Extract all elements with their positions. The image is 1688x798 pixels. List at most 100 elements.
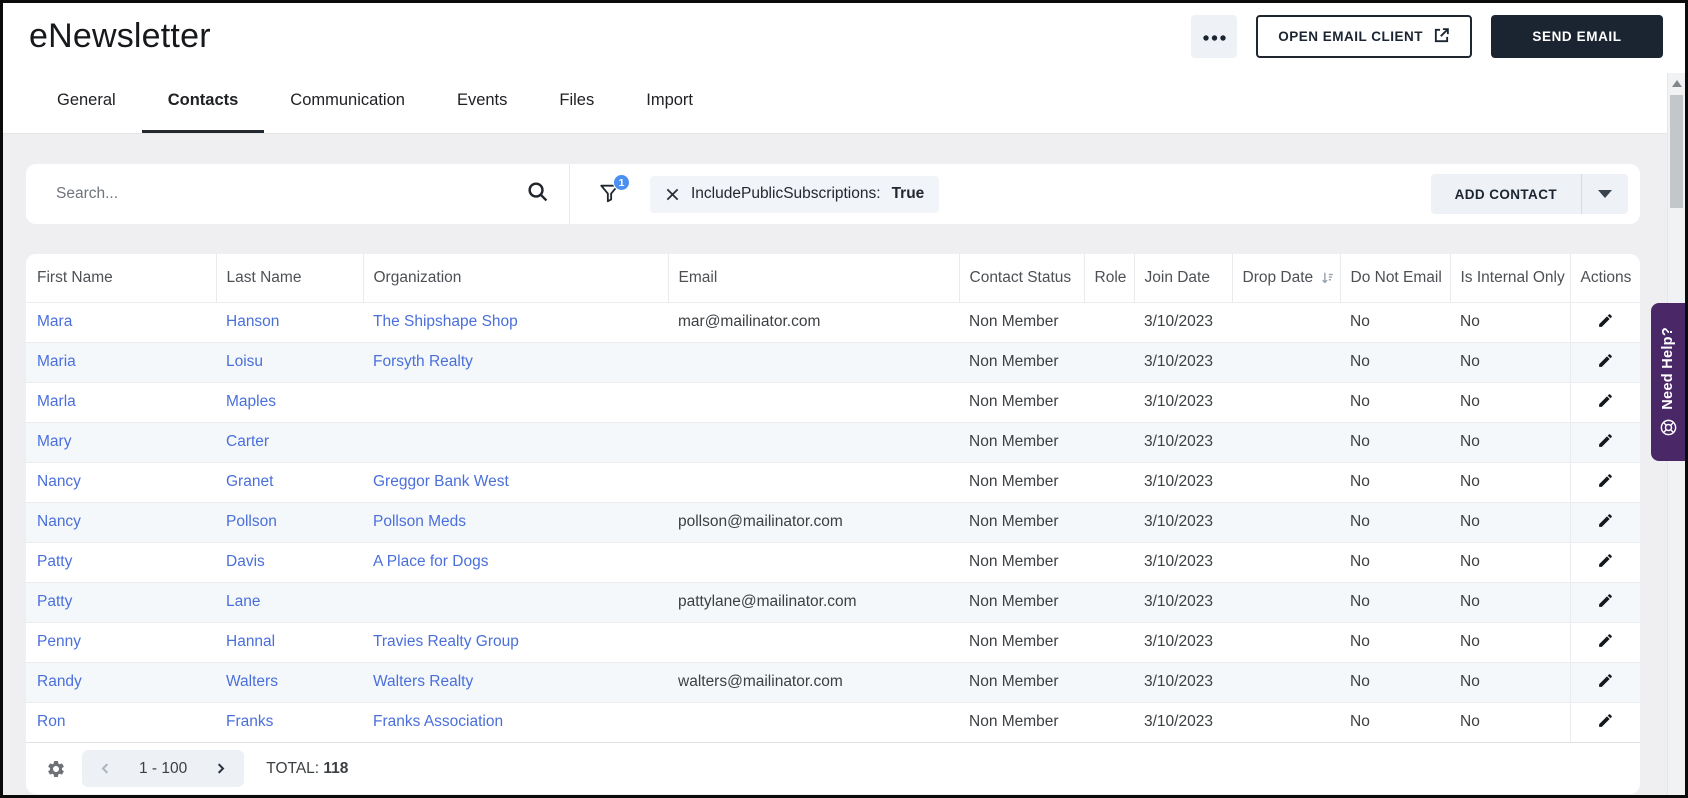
table-row: Nancy Granet Greggor Bank West Non Member 3/…	[26, 461, 1640, 502]
contact-first-name-link[interactable]: Penny	[37, 633, 81, 650]
column-header-organization[interactable]: Organization	[362, 254, 668, 302]
contact-last-name-link[interactable]: Pollson	[226, 513, 277, 530]
contact-first-name-link[interactable]: Marla	[37, 393, 76, 410]
edit-contact-button[interactable]	[1591, 709, 1620, 735]
contact-join-date: 3/10/2023	[1134, 621, 1232, 662]
edit-contact-button[interactable]	[1591, 509, 1620, 535]
contact-first-name-link[interactable]: Mara	[37, 313, 72, 330]
contact-first-name-link[interactable]: Patty	[37, 593, 72, 610]
contact-organization-link[interactable]: Franks Association	[373, 713, 503, 730]
scroll-up-arrow-icon[interactable]	[1671, 80, 1682, 87]
grid-settings-button[interactable]	[46, 759, 66, 779]
filter-count-badge: 1	[613, 174, 630, 191]
contact-last-name-link[interactable]: Carter	[226, 433, 269, 450]
need-help-tab[interactable]: Need Help?	[1651, 303, 1685, 461]
contact-last-name-link[interactable]: Granet	[226, 473, 273, 490]
contact-is-internal-only: No	[1450, 541, 1570, 582]
contact-drop-date	[1232, 701, 1340, 742]
contact-first-name-link[interactable]: Ron	[37, 713, 65, 730]
contact-is-internal-only: No	[1450, 421, 1570, 462]
tab-events[interactable]: Events	[431, 70, 533, 133]
contact-status: Non Member	[959, 301, 1084, 342]
pagination: 1 - 100	[82, 750, 245, 787]
contact-status: Non Member	[959, 501, 1084, 542]
column-header-is-internal-only[interactable]: Is Internal Only	[1449, 254, 1570, 302]
edit-contact-button[interactable]	[1591, 389, 1620, 415]
contact-first-name-link[interactable]: Mary	[37, 433, 71, 450]
contact-last-name-link[interactable]: Hannal	[226, 633, 275, 650]
search-icon[interactable]	[526, 180, 549, 208]
contact-last-name-link[interactable]: Loisu	[226, 353, 263, 370]
column-header-first-name[interactable]: First Name	[26, 254, 216, 302]
contact-last-name-link[interactable]: Hanson	[226, 313, 279, 330]
contact-organization-link[interactable]: A Place for Dogs	[373, 553, 488, 570]
contact-last-name-link[interactable]: Walters	[226, 673, 278, 690]
edit-contact-button[interactable]	[1591, 549, 1620, 575]
contact-first-name-link[interactable]: Nancy	[37, 473, 81, 490]
contact-actions-cell	[1569, 421, 1640, 462]
column-header-email[interactable]: Email	[667, 254, 959, 302]
table-row: Maria Loisu Forsyth Realty Non Member 3/10/2…	[26, 341, 1640, 382]
contact-organization-link[interactable]: The Shipshape Shop	[373, 313, 518, 330]
contact-status: Non Member	[959, 621, 1084, 662]
column-header-join-date[interactable]: Join Date	[1133, 254, 1232, 302]
edit-contact-button[interactable]	[1591, 349, 1620, 375]
contact-first-name-link[interactable]: Randy	[37, 673, 82, 690]
contact-role	[1084, 621, 1134, 662]
previous-page-button[interactable]	[90, 761, 121, 776]
contact-first-name-link[interactable]: Maria	[37, 353, 76, 370]
remove-filter-icon[interactable]	[665, 187, 680, 202]
contact-organization-link[interactable]: Walters Realty	[373, 673, 473, 690]
filter-button[interactable]: 1	[598, 174, 630, 206]
more-options-button[interactable]	[1191, 15, 1238, 58]
contact-last-name-link[interactable]: Davis	[226, 553, 265, 570]
column-header-last-name[interactable]: Last Name	[215, 254, 363, 302]
contact-organization-link[interactable]: Pollson Meds	[373, 513, 466, 530]
send-email-label: SEND EMAIL	[1532, 29, 1622, 44]
column-header-do-not-email[interactable]: Do Not Email	[1339, 254, 1450, 302]
next-page-button[interactable]	[205, 761, 236, 776]
edit-contact-button[interactable]	[1591, 429, 1620, 455]
tab-import[interactable]: Import	[620, 70, 719, 133]
scrollbar-thumb[interactable]	[1670, 95, 1683, 208]
contacts-table-card: First Name Last Name Organization Email Cont…	[26, 254, 1640, 794]
contact-drop-date	[1232, 581, 1340, 622]
table-row: Patty Lane pattylane@mailinator.com Non Mem…	[26, 581, 1640, 622]
add-contact-button[interactable]: ADD CONTACT	[1431, 174, 1582, 214]
contact-drop-date	[1232, 461, 1340, 502]
contact-first-name-link[interactable]: Nancy	[37, 513, 81, 530]
contact-last-name-link[interactable]: Franks	[226, 713, 273, 730]
contact-status: Non Member	[959, 421, 1084, 462]
tab-communication[interactable]: Communication	[264, 70, 431, 133]
column-header-role[interactable]: Role	[1083, 254, 1134, 302]
tab-files[interactable]: Files	[533, 70, 620, 133]
column-header-drop-date[interactable]: Drop Date	[1231, 254, 1340, 302]
contact-organization-link[interactable]: Travies Realty Group	[373, 633, 519, 650]
edit-contact-button[interactable]	[1591, 589, 1620, 615]
total-count: TOTAL: 118	[266, 759, 349, 777]
contact-join-date: 3/10/2023	[1134, 301, 1232, 342]
contact-organization-link[interactable]: Forsyth Realty	[373, 353, 473, 370]
column-header-actions[interactable]: Actions	[1569, 254, 1640, 302]
contact-do-not-email: No	[1340, 661, 1450, 702]
open-email-client-button[interactable]: OPEN EMAIL CLIENT	[1256, 15, 1472, 58]
table-row: Mara Hanson The Shipshape Shop mar@mailinat…	[26, 301, 1640, 342]
column-header-contact-status[interactable]: Contact Status	[958, 254, 1084, 302]
add-contact-dropdown-button[interactable]	[1582, 174, 1628, 214]
filter-chip-value: True	[891, 185, 925, 202]
table-row: Marla Maples Non Member 3/10/2023 No No	[26, 381, 1640, 422]
contact-first-name-link[interactable]: Patty	[37, 553, 72, 570]
contact-last-name-link[interactable]: Lane	[226, 593, 260, 610]
contact-organization-link[interactable]: Greggor Bank West	[373, 473, 509, 490]
contact-last-name-link[interactable]: Maples	[226, 393, 276, 410]
edit-contact-button[interactable]	[1591, 469, 1620, 495]
tab-general[interactable]: General	[31, 70, 142, 133]
search-input[interactable]	[56, 185, 526, 203]
edit-contact-button[interactable]	[1591, 629, 1620, 655]
edit-contact-button[interactable]	[1591, 309, 1620, 335]
edit-contact-button[interactable]	[1591, 669, 1620, 695]
ellipsis-icon	[1203, 29, 1226, 44]
contact-drop-date	[1232, 661, 1340, 702]
tab-contacts[interactable]: Contacts	[141, 70, 265, 133]
send-email-button[interactable]: SEND EMAIL	[1491, 15, 1663, 58]
